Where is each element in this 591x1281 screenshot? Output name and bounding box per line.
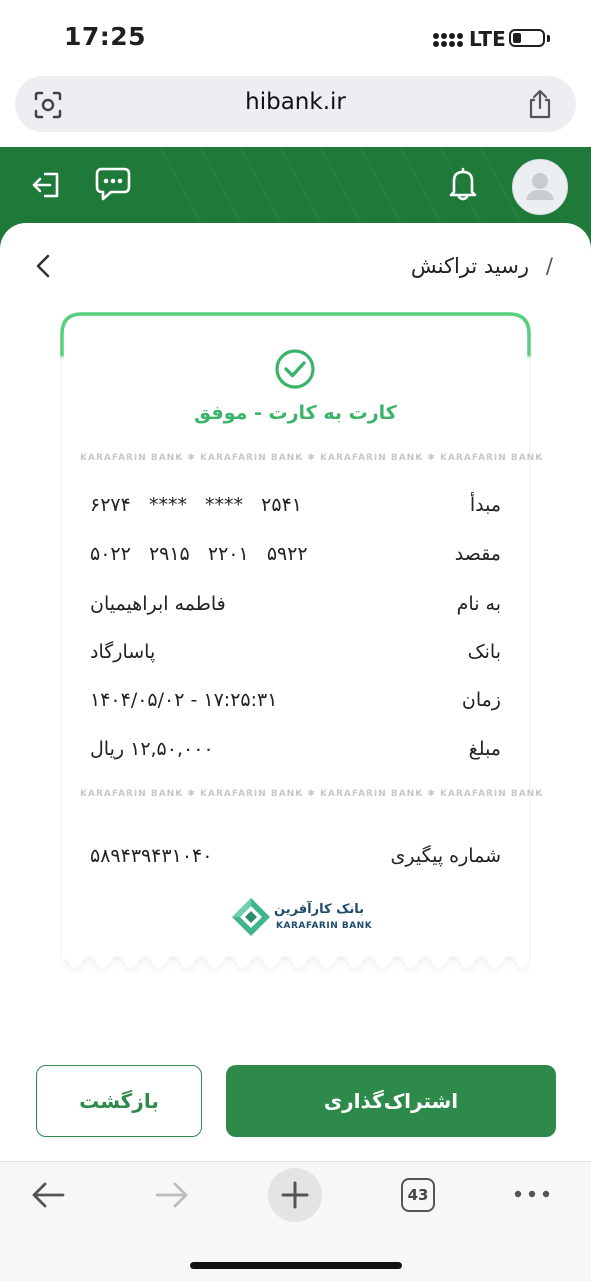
karafarin-logo-icon bbox=[232, 898, 270, 936]
logo-text-en: KARAFARIN BANK bbox=[276, 921, 373, 931]
chat-icon[interactable] bbox=[94, 166, 132, 202]
amount-label: مبلغ bbox=[468, 738, 501, 760]
destination-label: مقصد bbox=[454, 543, 501, 565]
transaction-status: کارت به کارت - موفق bbox=[194, 402, 397, 424]
destination-value: ۵۰۲۲ ۲۹۱۵ ۲۲۰۱ ۵۹۲۲ bbox=[90, 543, 308, 565]
breadcrumb-separator: / bbox=[545, 254, 553, 278]
plus-icon bbox=[281, 1181, 309, 1209]
source-value: ۶۲۷۴ **** **** ۲۵۴۱ bbox=[90, 494, 302, 516]
back-button[interactable]: بازگشت bbox=[36, 1065, 202, 1137]
recipient-value: فاطمه ابراهیمیان bbox=[90, 593, 226, 615]
time-value: ۱۴۰۴/۰۵/۰۲ - ۱۷:۲۵:۳۱ bbox=[90, 689, 278, 711]
logout-icon[interactable] bbox=[30, 170, 62, 200]
amount-value: ۱۲,۵۰,۰۰۰ ریال bbox=[90, 738, 214, 760]
bank-label: بانک bbox=[467, 641, 501, 663]
avatar[interactable] bbox=[512, 159, 568, 215]
share-button[interactable]: اشتراک‌گذاری bbox=[226, 1065, 556, 1137]
tracking-value: ۵۸۹۴۳۹۴۳۱۰۴۰ bbox=[90, 845, 213, 867]
arrow-left-icon[interactable] bbox=[30, 1180, 66, 1210]
logo-text-fa: بانک کارآفرین bbox=[274, 902, 365, 917]
page-title: رسید تراکنش bbox=[410, 254, 529, 278]
chevron-left-icon[interactable] bbox=[32, 252, 54, 280]
signal-icon bbox=[433, 33, 463, 47]
arrow-right-icon[interactable] bbox=[154, 1180, 190, 1210]
share-icon[interactable] bbox=[526, 88, 554, 120]
battery-cap bbox=[547, 35, 550, 42]
new-tab-button[interactable] bbox=[268, 1168, 322, 1222]
tabs-button[interactable]: 43 bbox=[401, 1178, 435, 1212]
bell-icon[interactable] bbox=[446, 166, 480, 202]
url-text[interactable]: hibank.ir bbox=[0, 89, 591, 115]
watermark-bottom: KARAFARIN BANK ✱ KARAFARIN BANK ✱ KARAFA… bbox=[80, 789, 544, 799]
status-time: 17:25 bbox=[64, 22, 147, 51]
recipient-label: به نام bbox=[456, 593, 501, 615]
check-circle-icon bbox=[275, 349, 315, 389]
more-icon[interactable] bbox=[513, 1188, 551, 1200]
battery-icon bbox=[509, 29, 545, 47]
network-label: LTE bbox=[469, 27, 506, 51]
source-label: مبدأ bbox=[469, 494, 501, 516]
watermark-top: KARAFARIN BANK ✱ KARAFARIN BANK ✱ KARAFA… bbox=[80, 453, 544, 463]
home-indicator bbox=[190, 1262, 402, 1269]
bank-value: پاسارگاد bbox=[90, 641, 156, 663]
time-label: زمان bbox=[461, 689, 501, 711]
user-icon bbox=[526, 173, 554, 200]
tracking-label: شماره پیگیری bbox=[390, 845, 501, 867]
